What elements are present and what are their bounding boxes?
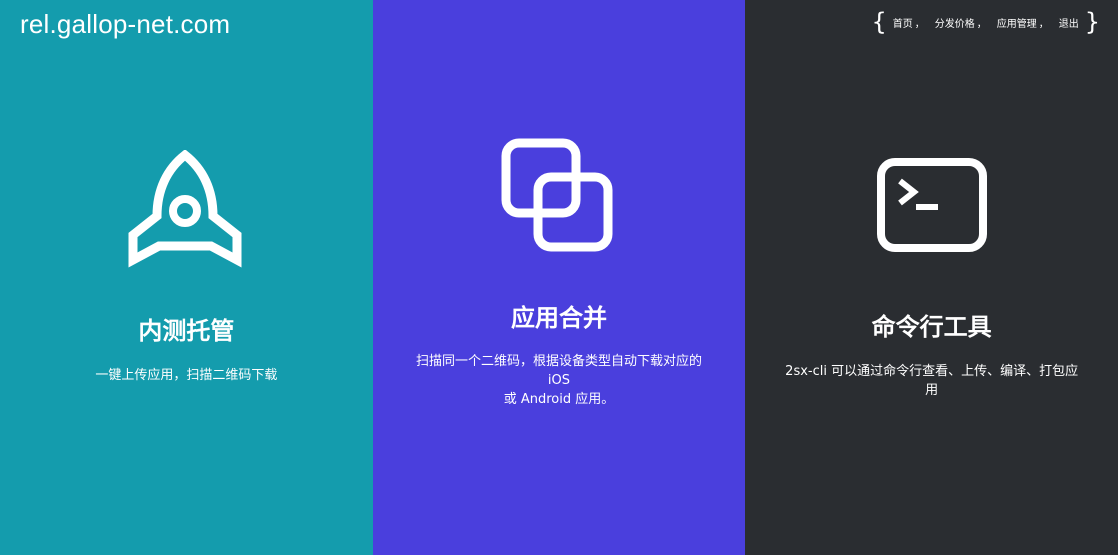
terminal-icon <box>876 158 987 252</box>
nav-separator: ， <box>976 18 987 30</box>
nav-item-app-management[interactable]: 应用管理 <box>997 15 1037 30</box>
nav-item-home[interactable]: 首页 <box>893 15 913 30</box>
page: rel.gallop-net.com { 首页 ， 分发价格 ， 应用管理 ， … <box>0 0 1118 555</box>
feature-description: 2sx-cli 可以通过命令行查看、上传、编译、打包应 用 <box>781 362 1082 400</box>
description-line: 一键上传应用，扫描二维码下载 <box>95 368 278 383</box>
merge-squares-icon <box>501 138 613 252</box>
feature-panel-cli-tool: 命令行工具 2sx-cli 可以通过命令行查看、上传、编译、打包应 用 <box>745 0 1118 555</box>
nav-brace-open: { <box>871 8 887 36</box>
description-line: 扫描同一个二维码，根据设备类型自动下载对应的 <box>415 354 702 369</box>
nav-separator: ， <box>1038 18 1049 30</box>
nav-item-logout[interactable]: 退出 <box>1059 15 1079 30</box>
feature-panel-app-merge: 应用合并 扫描同一个二维码，根据设备类型自动下载对应的 iOS 或 Androi… <box>372 0 746 555</box>
feature-panel-beta-hosting: 内测托管 一键上传应用，扫描二维码下载 <box>0 0 373 555</box>
rocket-icon <box>128 150 242 268</box>
description-line: 用 <box>925 383 939 398</box>
feature-title: 应用合并 <box>510 304 607 332</box>
nav-item-pricing[interactable]: 分发价格 <box>935 15 975 30</box>
nav-separator: ， <box>914 18 925 30</box>
feature-title: 内测托管 <box>138 317 235 345</box>
nav-brace-close: } <box>1084 8 1100 36</box>
feature-description: 扫描同一个二维码，根据设备类型自动下载对应的 iOS 或 Android 应用。 <box>409 352 710 409</box>
description-line: iOS <box>547 373 571 388</box>
top-nav: { 首页 ， 分发价格 ， 应用管理 ， 退出 } <box>871 10 1100 34</box>
feature-title: 命令行工具 <box>871 313 992 341</box>
description-line: 2sx-cli 可以通过命令行查看、上传、编译、打包应 <box>785 364 1079 379</box>
feature-description: 一键上传应用，扫描二维码下载 <box>36 366 337 385</box>
site-title[interactable]: rel.gallop-net.com <box>20 9 230 40</box>
description-line: 或 Android 应用。 <box>503 392 615 407</box>
